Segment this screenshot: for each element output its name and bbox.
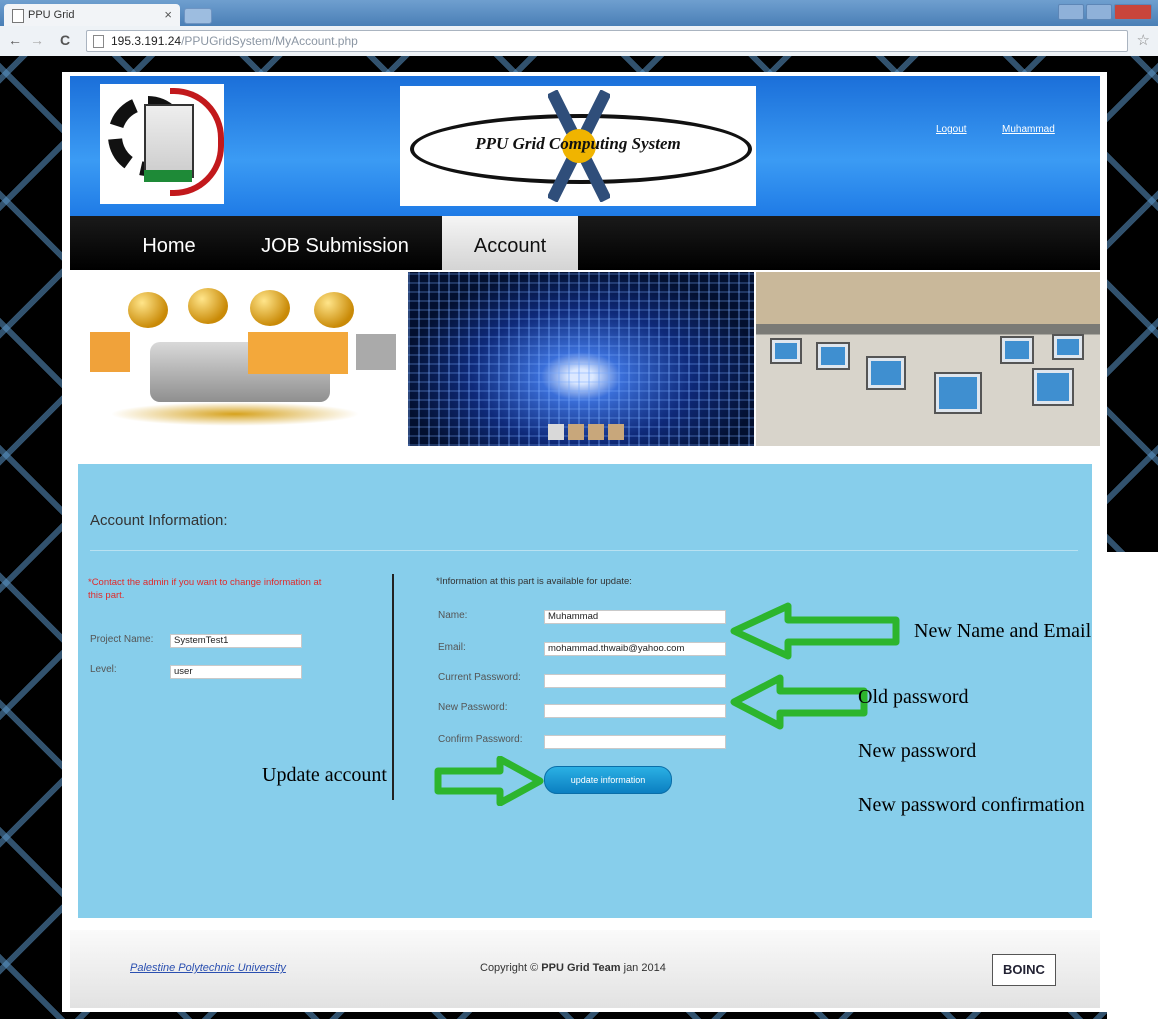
project-name-label: Project Name: xyxy=(90,634,154,645)
annotation-new-password: New password xyxy=(858,740,977,762)
name-label: Name: xyxy=(438,610,468,621)
lab-monitor xyxy=(866,356,906,390)
copyright-prefix: Copyright © xyxy=(480,962,542,974)
figure-head-shape xyxy=(250,290,290,326)
menu-item-account[interactable]: Account xyxy=(442,216,578,270)
logout-link[interactable]: Logout xyxy=(936,124,967,135)
name-field[interactable] xyxy=(544,610,726,624)
lab-monitor xyxy=(1032,368,1074,406)
boinc-logo[interactable]: BOINC xyxy=(992,954,1056,986)
page-container: PPU Grid Computing System Logout Muhamma… xyxy=(62,72,1107,1012)
annotation-whitespace xyxy=(1107,552,1158,1019)
arrow-right-icon xyxy=(434,756,544,806)
current-password-label: Current Password: xyxy=(438,672,521,683)
page-icon xyxy=(93,35,104,48)
current-password-field[interactable] xyxy=(544,674,726,688)
reload-icon[interactable]: C xyxy=(60,32,70,48)
confirm-password-field[interactable] xyxy=(544,735,726,749)
back-arrow-icon[interactable]: ← xyxy=(8,32,22,48)
level-label: Level: xyxy=(90,664,117,675)
lab-monitor xyxy=(816,342,850,370)
window-close-icon[interactable] xyxy=(1114,4,1152,20)
banner-laptop-shape xyxy=(356,334,396,370)
new-password-field[interactable] xyxy=(544,704,726,718)
annotation-confirm-password: New password confirmation xyxy=(858,794,1085,816)
university-logo xyxy=(100,84,224,204)
annotation-update-account: Update account xyxy=(262,764,387,786)
url-host: 195.3.191.24 xyxy=(111,34,182,48)
new-tab-button[interactable] xyxy=(184,8,212,24)
copyright-suffix: jan 2014 xyxy=(620,962,666,974)
project-name-field[interactable] xyxy=(170,634,302,648)
menu-item-home[interactable]: Home xyxy=(114,216,224,270)
confirm-password-label: Confirm Password: xyxy=(438,734,523,745)
site-footer: Palestine Polytechnic University Copyrig… xyxy=(70,930,1100,1008)
new-password-label: New Password: xyxy=(438,702,508,713)
slideshow-dots xyxy=(548,424,624,440)
menu-item-job-submission[interactable]: JOB Submission xyxy=(240,216,430,270)
account-title: Account Information: xyxy=(90,512,228,529)
system-logo: PPU Grid Computing System xyxy=(400,86,756,206)
window-controls xyxy=(1058,4,1152,20)
site-header: PPU Grid Computing System Logout Muhamma… xyxy=(70,76,1100,216)
browser-tab[interactable]: PPU Grid × xyxy=(4,4,180,26)
banner-image-tunnel xyxy=(408,272,754,446)
banner-slideshow xyxy=(70,272,1100,446)
username-link[interactable]: Muhammad xyxy=(1002,124,1055,135)
tunnel-grid xyxy=(408,272,754,446)
column-divider xyxy=(392,574,394,800)
divider xyxy=(90,550,1078,551)
annotation-name-email: New Name and Email xyxy=(914,620,1092,642)
banner-board-shape xyxy=(248,332,348,374)
figure-head-shape xyxy=(128,292,168,328)
banner-legs-shape xyxy=(110,402,360,426)
slide-dot[interactable] xyxy=(548,424,564,440)
page-viewport: PPU Grid Computing System Logout Muhamma… xyxy=(0,56,1158,1019)
tab-title: PPU Grid xyxy=(28,9,75,21)
main-menu: Home JOB Submission Account xyxy=(70,216,1100,270)
lab-monitor xyxy=(1000,336,1034,364)
page-favicon-icon xyxy=(12,9,24,23)
email-label: Email: xyxy=(438,642,466,653)
copyright-text: Copyright © PPU Grid Team jan 2014 xyxy=(480,962,666,974)
update-note: *Information at this part is available f… xyxy=(436,576,632,587)
banner-image-figures xyxy=(70,272,406,446)
maximize-icon[interactable] xyxy=(1086,4,1112,20)
slide-dot[interactable] xyxy=(608,424,624,440)
copyright-team: PPU Grid Team xyxy=(541,962,621,974)
tab-close-icon[interactable]: × xyxy=(164,7,172,22)
email-field[interactable] xyxy=(544,642,726,656)
bookmark-star-icon[interactable]: ☆ xyxy=(1137,31,1150,49)
logo-green-bar xyxy=(144,170,192,182)
browser-titlebar: PPU Grid × xyxy=(0,0,1158,26)
minimize-icon[interactable] xyxy=(1058,4,1084,20)
lab-monitor xyxy=(934,372,982,414)
address-bar: ← → C 195.3.191.24/PPUGridSystem/MyAccou… xyxy=(0,26,1158,57)
arrow-left-icon xyxy=(730,602,900,660)
admin-note: *Contact the admin if you want to change… xyxy=(88,577,322,601)
arrow-left-icon xyxy=(730,674,868,730)
url-path: /PPUGridSystem/MyAccount.php xyxy=(181,34,358,48)
url-input[interactable]: 195.3.191.24/PPUGridSystem/MyAccount.php xyxy=(86,30,1128,52)
university-link[interactable]: Palestine Polytechnic University xyxy=(130,962,286,974)
lab-monitor xyxy=(770,338,802,364)
system-logo-text: PPU Grid Computing System xyxy=(475,134,681,153)
figure-head-shape xyxy=(314,292,354,328)
slide-dot[interactable] xyxy=(588,424,604,440)
banner-laptop-shape xyxy=(90,332,130,372)
banner-image-lab xyxy=(756,272,1100,446)
annotation-old-password: Old password xyxy=(858,686,969,708)
forward-arrow-icon[interactable]: → xyxy=(30,32,44,48)
level-field[interactable] xyxy=(170,665,302,679)
slide-dot[interactable] xyxy=(568,424,584,440)
lab-monitor xyxy=(1052,334,1084,360)
update-information-button[interactable]: update information xyxy=(544,766,672,794)
figure-head-shape xyxy=(188,288,228,324)
